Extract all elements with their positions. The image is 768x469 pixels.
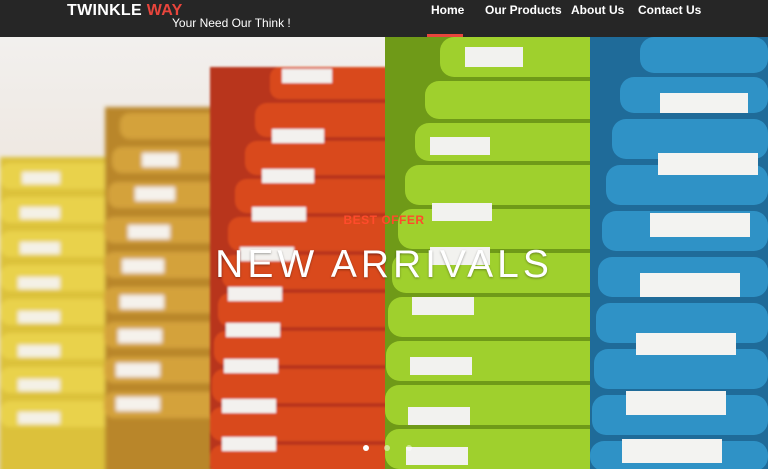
- nav-item-about-us[interactable]: About Us: [571, 3, 624, 17]
- nav-item-contact-us[interactable]: Contact Us: [638, 3, 701, 17]
- nav-item-home[interactable]: Home: [431, 3, 464, 17]
- brand-name-part1: TWINKLE: [67, 2, 142, 19]
- slider-dot-2[interactable]: [384, 445, 391, 451]
- brand-tagline: Your Need Our Think !: [172, 16, 291, 30]
- nav-item-our-products[interactable]: Our Products: [485, 3, 562, 17]
- slider-dot-1[interactable]: [363, 445, 369, 451]
- slider-indicators: [363, 438, 423, 456]
- site-header: TWINKLE WAY Your Need Our Think ! Home O…: [0, 0, 768, 37]
- hero-eyebrow: BEST OFFER: [343, 213, 425, 227]
- brand-logo[interactable]: TWINKLE WAY: [67, 2, 183, 20]
- hero-title: NEW ARRIVALS: [215, 243, 553, 286]
- slider-dot-3[interactable]: [405, 445, 412, 451]
- hero-slider[interactable]: BEST OFFER NEW ARRIVALS: [0, 37, 768, 469]
